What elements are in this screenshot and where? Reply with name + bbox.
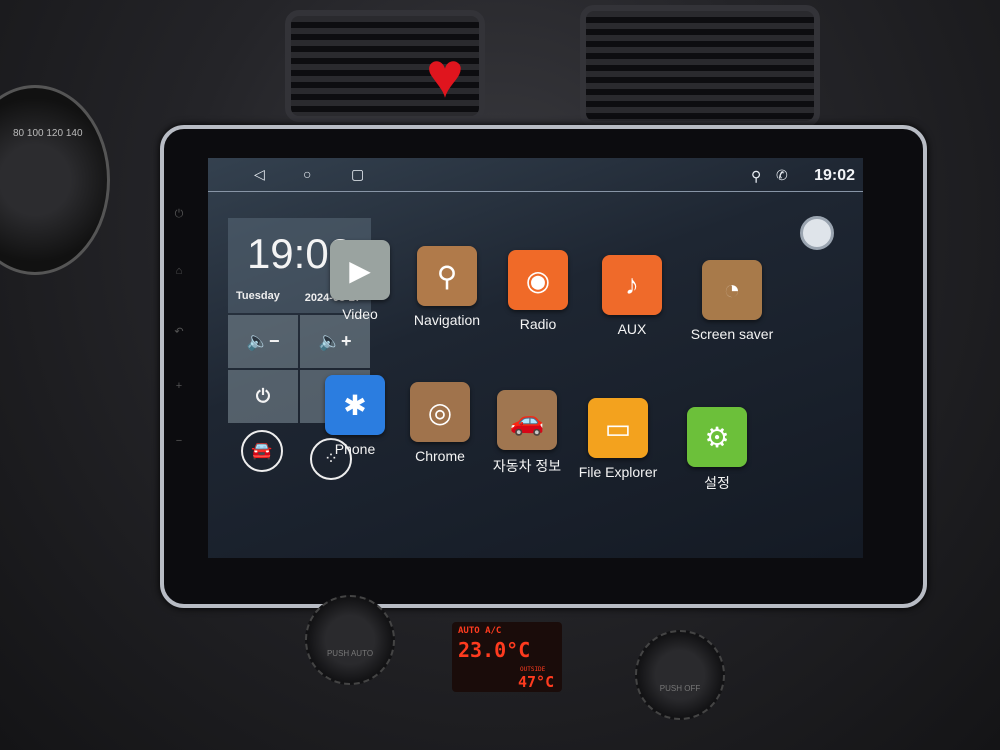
location-icon: ⚲ xyxy=(751,168,762,184)
home-icon[interactable]: ⌂ xyxy=(172,265,186,279)
outside-temp: 47°C xyxy=(518,673,555,691)
app-label: AUX xyxy=(617,321,647,337)
app-label: File Explorer xyxy=(578,464,658,480)
floating-assist-button[interactable] xyxy=(800,216,834,250)
climate-display: AUTO A/C 23.0°C OUTSIDE 47°C xyxy=(452,622,562,692)
clock-day: Tuesday xyxy=(236,290,280,302)
android-screen: ◁ ○ ▢ ⚲ ✆ 19:02 19:02 Tuesday 2024-08-27… xyxy=(208,158,863,558)
heart-ornament: ♥ xyxy=(426,39,464,111)
home-icon[interactable]: ○ xyxy=(303,166,311,182)
climate-set-temp: 23.0°C xyxy=(458,638,531,662)
gauge-ticks: 80 100 120 140 xyxy=(13,128,83,139)
app-icon: ▶ xyxy=(330,240,390,300)
volume-up-button[interactable]: 🔈+ xyxy=(300,315,370,368)
outside-label: OUTSIDE xyxy=(520,666,546,673)
app-9[interactable]: ⚙ 설정 xyxy=(662,407,772,493)
right-climate-knob[interactable]: PUSH OFF xyxy=(635,630,725,720)
app-icon: 🚗 xyxy=(497,390,557,450)
air-vent-right xyxy=(580,5,820,127)
volume-up-icon[interactable]: + xyxy=(172,380,186,394)
right-knob-label: PUSH OFF xyxy=(659,684,701,693)
app-8[interactable]: ▭ File Explorer xyxy=(563,398,673,480)
climate-mode: AUTO A/C xyxy=(458,626,502,636)
app-3[interactable]: ♪ AUX xyxy=(577,255,687,337)
app-icon: ◎ xyxy=(410,382,470,442)
power-button[interactable]: ⏻ xyxy=(228,370,298,423)
app-4[interactable]: ◔ Screen saver xyxy=(677,260,787,342)
back-icon[interactable]: ↶ xyxy=(172,325,186,339)
phone-icon: ✆ xyxy=(776,167,788,183)
app-label: 설정 xyxy=(704,475,730,491)
app-icon: ⚙ xyxy=(687,407,747,467)
car-button[interactable]: 🚘 xyxy=(241,430,283,472)
app-icon: ◉ xyxy=(508,250,568,310)
recents-icon[interactable]: ▢ xyxy=(351,166,364,183)
back-icon[interactable]: ◁ xyxy=(254,166,265,183)
app-icon: ♪ xyxy=(602,255,662,315)
left-climate-knob[interactable]: PUSH AUTO xyxy=(305,595,395,685)
app-icon: ✱ xyxy=(325,375,385,435)
power-icon[interactable]: ⏻ xyxy=(172,208,186,222)
volume-down-button[interactable]: 🔈− xyxy=(228,315,298,368)
status-time: 19:02 xyxy=(814,167,855,184)
app-label: Screen saver xyxy=(690,326,774,342)
left-knob-label: PUSH AUTO xyxy=(326,649,374,658)
volume-down-icon[interactable]: − xyxy=(172,435,186,449)
app-icon: ▭ xyxy=(588,398,648,458)
app-icon: ⚲ xyxy=(417,246,477,306)
status-bar: ◁ ○ ▢ ⚲ ✆ 19:02 xyxy=(208,158,863,192)
app-icon: ◔ xyxy=(702,260,762,320)
